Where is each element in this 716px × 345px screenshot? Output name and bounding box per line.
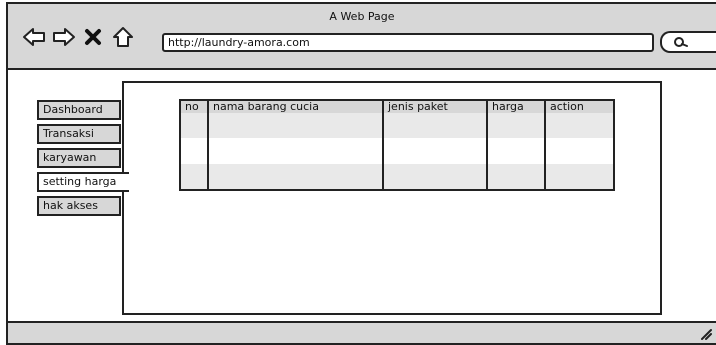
search-box[interactable]	[660, 31, 716, 53]
status-bar	[8, 321, 716, 343]
home-icon[interactable]	[112, 26, 134, 48]
column-header-no: no	[180, 100, 209, 113]
table-cell	[383, 138, 488, 164]
browser-window: A Web Page http://laundry-amora.com Dash…	[6, 2, 716, 345]
table-cell	[487, 163, 546, 190]
column-header-jenis-paket: jenis paket	[383, 100, 488, 113]
forward-arrow-icon[interactable]	[52, 26, 76, 48]
table-row[interactable]	[180, 113, 614, 139]
close-icon[interactable]	[84, 28, 102, 46]
column-header-nama-barang-cucia: nama barang cucia	[208, 100, 384, 113]
back-arrow-icon[interactable]	[22, 26, 46, 48]
window-title: A Web Page	[329, 10, 395, 23]
sidebar-item-transaksi[interactable]: Transaksi	[37, 124, 121, 144]
sidebar-item-dashboard[interactable]: Dashboard	[37, 100, 121, 120]
resize-grip-icon[interactable]	[700, 328, 712, 340]
table-row[interactable]	[180, 138, 614, 164]
table-row[interactable]	[180, 163, 614, 190]
table-cell	[180, 163, 209, 190]
column-header-harga: harga	[487, 100, 546, 113]
column-header-action: action	[545, 100, 614, 113]
table-cell	[545, 113, 614, 139]
browser-titlebar: A Web Page http://laundry-amora.com	[8, 4, 716, 70]
table-cell	[545, 138, 614, 163]
sidebar-item-karyawan[interactable]: karyawan	[37, 148, 121, 168]
search-icon	[674, 37, 688, 47]
main-content-panel: no nama barang cucia jenis paket harga a…	[122, 81, 662, 315]
table-cell	[383, 163, 488, 190]
table-cell	[487, 138, 546, 164]
price-settings-table: no nama barang cucia jenis paket harga a…	[179, 99, 615, 191]
table-cell	[545, 163, 614, 190]
table-header-row: no nama barang cucia jenis paket harga a…	[180, 100, 614, 113]
table-cell	[487, 113, 546, 139]
sidebar-item-hak-akses[interactable]: hak akses	[37, 196, 121, 216]
sidebar-item-setting-harga[interactable]: setting harga	[37, 172, 129, 192]
table-cell	[208, 163, 384, 190]
table-cell	[180, 138, 209, 164]
table-cell	[208, 113, 384, 139]
table-cell	[383, 113, 488, 139]
url-bar[interactable]: http://laundry-amora.com	[162, 33, 654, 52]
table-cell	[180, 113, 209, 139]
table-cell	[208, 138, 384, 164]
